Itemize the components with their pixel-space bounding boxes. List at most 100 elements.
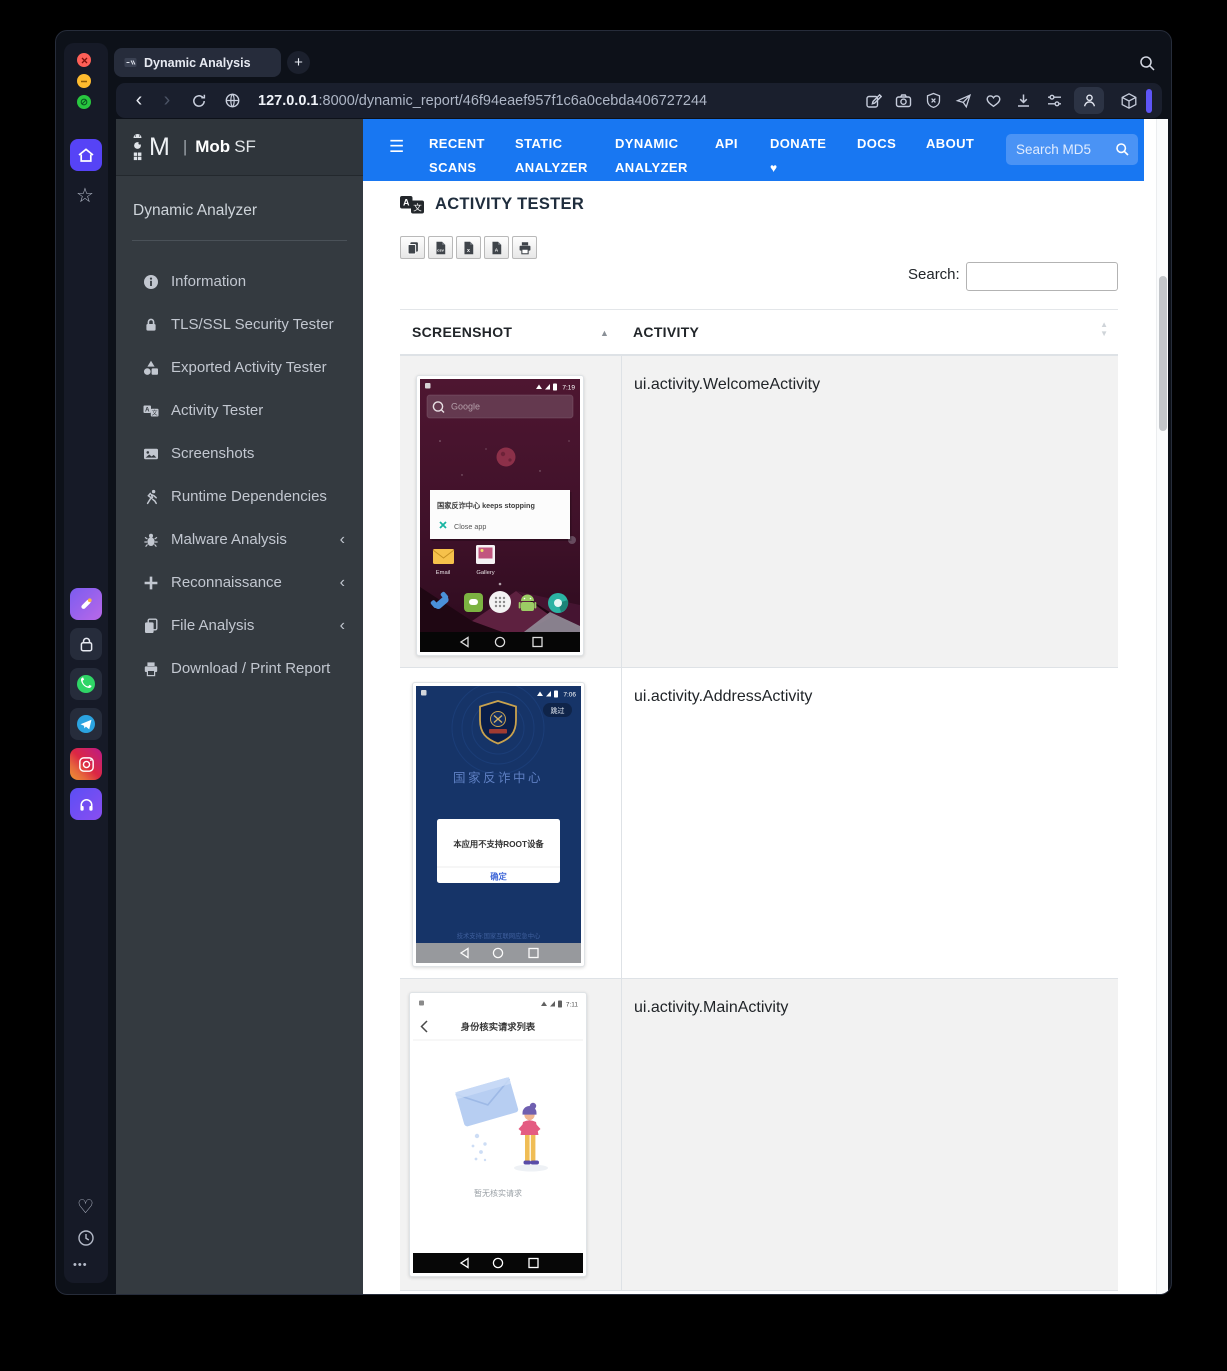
edit-page-icon[interactable] <box>858 92 888 109</box>
svg-text:x: x <box>467 247 470 253</box>
chevron-left-icon: ‹ <box>339 573 345 591</box>
menu-toggle-icon[interactable]: ☰ <box>389 137 404 157</box>
design-app-icon[interactable] <box>70 588 102 620</box>
nav-link-donate[interactable]: DONATE ♥ <box>770 132 830 180</box>
activity-cell: ui.activity.WelcomeActivity <box>621 356 1118 667</box>
printer-icon <box>519 241 530 254</box>
column-header-activity[interactable]: ACTIVITY <box>633 310 699 354</box>
screenshot-camera-icon[interactable] <box>888 92 918 109</box>
brand-name-bold: Mob <box>195 137 231 156</box>
scrollbar-thumb[interactable] <box>1159 276 1167 431</box>
window-search-icon[interactable] <box>1138 54 1157 73</box>
more-options-icon[interactable]: ••• <box>73 1259 88 1271</box>
sandbox-cube-icon[interactable] <box>1112 92 1146 110</box>
new-tab-button[interactable]: + <box>287 51 310 74</box>
sort-asc-icon[interactable]: ▲ <box>600 328 609 338</box>
url-text[interactable]: 127.0.0.1:8000/dynamic_report/46f94eaef9… <box>258 93 707 109</box>
reload-button[interactable] <box>182 93 216 109</box>
copy-icon <box>145 618 158 633</box>
forward-button[interactable]: › <box>152 89 182 112</box>
sidebar-item-information[interactable]: Information <box>116 260 363 303</box>
sidebar-item-reconnaissance[interactable]: Reconnaissance ‹ <box>116 561 363 604</box>
profile-button[interactable] <box>1074 87 1104 114</box>
sidebar-item-screenshots[interactable]: Screenshots <box>116 432 363 475</box>
activity-cell: ui.activity.AddressActivity <box>621 668 1118 978</box>
svg-text:A: A <box>495 247 499 253</box>
store-app-icon[interactable] <box>70 628 102 660</box>
svg-text:Google: Google <box>451 402 480 412</box>
mobsf-brand[interactable]: M | Mob SF <box>116 119 363 176</box>
export-excel-button[interactable]: x <box>456 236 481 259</box>
downloads-icon[interactable] <box>1008 92 1038 109</box>
history-clock-icon[interactable] <box>77 1229 95 1247</box>
nav-link-about[interactable]: ABOUT <box>926 132 974 156</box>
md5-search-input[interactable] <box>1014 141 1115 158</box>
table-row: 跳过 国家反诈中心 本应用不支持ROOT设备 确定 技术支持:国家互联网应急中心… <box>400 667 1118 978</box>
phone-screenshot-address: 跳过 国家反诈中心 本应用不支持ROOT设备 确定 技术支持:国家互联网应急中心… <box>416 686 581 963</box>
table-header: SCREENSHOT ▲ ACTIVITY ▲ ▼ <box>400 309 1118 355</box>
nav-link-dynamic-analyzer[interactable]: DYNAMIC ANALYZER <box>615 132 695 180</box>
nav-link-static-analyzer[interactable]: STATIC ANALYZER <box>515 132 591 180</box>
export-print-button[interactable] <box>512 236 537 259</box>
page-scrollbar[interactable] <box>1156 119 1168 1294</box>
sidebar-item-file-analysis[interactable]: File Analysis ‹ <box>116 604 363 647</box>
nav-link-docs[interactable]: DOCS <box>857 132 896 156</box>
browser-tab[interactable]: Dynamic Analysis <box>114 48 281 77</box>
whatsapp-icon[interactable] <box>70 668 102 700</box>
shield-tracking-icon[interactable] <box>918 92 948 109</box>
svg-text:文: 文 <box>413 202 422 212</box>
screenshot-thumbnail[interactable]: 跳过 国家反诈中心 本应用不支持ROOT设备 确定 技术支持:国家互联网应急中心… <box>412 682 585 967</box>
screenshot-thumbnail[interactable]: 7:19 Google 国家反诈中心 keeps stopping Close … <box>416 375 584 656</box>
telegram-icon[interactable] <box>70 708 102 740</box>
url-bar[interactable]: ‹ › 127.0.0.1:8000/dynamic_report/46f94e… <box>116 83 1162 118</box>
chevron-left-icon: ‹ <box>339 616 345 634</box>
search-icon[interactable] <box>1115 142 1130 157</box>
donate-heart-icon: ♥ <box>770 161 778 175</box>
export-button-group: csv x A <box>400 236 537 259</box>
info-icon <box>144 274 158 289</box>
brand-name-rest: SF <box>234 137 256 156</box>
extension-pin[interactable] <box>1146 88 1152 113</box>
star-icon[interactable]: ☆ <box>76 183 94 208</box>
sidebar-item-runtime-dependencies[interactable]: Runtime Dependencies <box>116 475 363 518</box>
sidebar-item-activity-tester[interactable]: A文 Activity Tester <box>116 389 363 432</box>
table-search-input[interactable] <box>966 262 1118 291</box>
instagram-icon[interactable] <box>70 748 102 780</box>
export-copy-button[interactable] <box>400 236 425 259</box>
svg-text:确定: 确定 <box>490 872 507 882</box>
minimize-icon <box>81 80 87 82</box>
printer-icon <box>144 661 158 676</box>
sidebar-item-download-print-report[interactable]: Download / Print Report <box>116 647 363 690</box>
send-share-icon[interactable] <box>948 92 978 109</box>
svg-text:A: A <box>403 197 410 207</box>
site-security-globe-icon[interactable] <box>216 92 248 109</box>
sidebar-divider <box>132 240 347 241</box>
page-title: A 文 ACTIVITY TESTER <box>400 195 584 214</box>
screenshot-thumbnail[interactable]: 7:11 身份核实请求列表 暂无核实请求 <box>409 992 587 1277</box>
svg-text:跳过: 跳过 <box>551 706 565 715</box>
nav-link-recent-scans[interactable]: RECENT SCANS <box>429 132 493 180</box>
sidebar-item-exported-activity-tester[interactable]: Exported Activity Tester <box>116 346 363 389</box>
bug-icon <box>144 533 158 547</box>
sliders-settings-icon[interactable] <box>1038 92 1070 109</box>
tab-title: Dynamic Analysis <box>144 55 251 70</box>
home-button[interactable] <box>70 139 102 171</box>
favorites-icon[interactable]: ♡ <box>77 1196 94 1219</box>
nav-link-api[interactable]: API <box>715 132 738 156</box>
svg-text:Close app: Close app <box>454 522 486 531</box>
sidebar-item-tls-ssl-tester[interactable]: TLS/SSL Security Tester <box>116 303 363 346</box>
svg-text:7:11: 7:11 <box>566 1002 579 1009</box>
close-window-button[interactable] <box>77 53 91 67</box>
sort-both-icon[interactable]: ▲ ▼ <box>1100 320 1108 338</box>
favorites-heart-icon[interactable] <box>978 92 1008 109</box>
back-button[interactable]: ‹ <box>126 89 152 112</box>
export-pdf-button[interactable]: A <box>484 236 509 259</box>
sidebar-item-malware-analysis[interactable]: Malware Analysis ‹ <box>116 518 363 561</box>
minimize-window-button[interactable] <box>77 74 91 88</box>
column-header-screenshot[interactable]: SCREENSHOT <box>412 310 512 354</box>
zoom-window-button[interactable] <box>77 95 91 109</box>
music-app-icon[interactable] <box>70 788 102 820</box>
logo-m: M <box>149 132 171 161</box>
export-csv-button[interactable]: csv <box>428 236 453 259</box>
activity-name: ui.activity.AddressActivity <box>634 688 813 705</box>
